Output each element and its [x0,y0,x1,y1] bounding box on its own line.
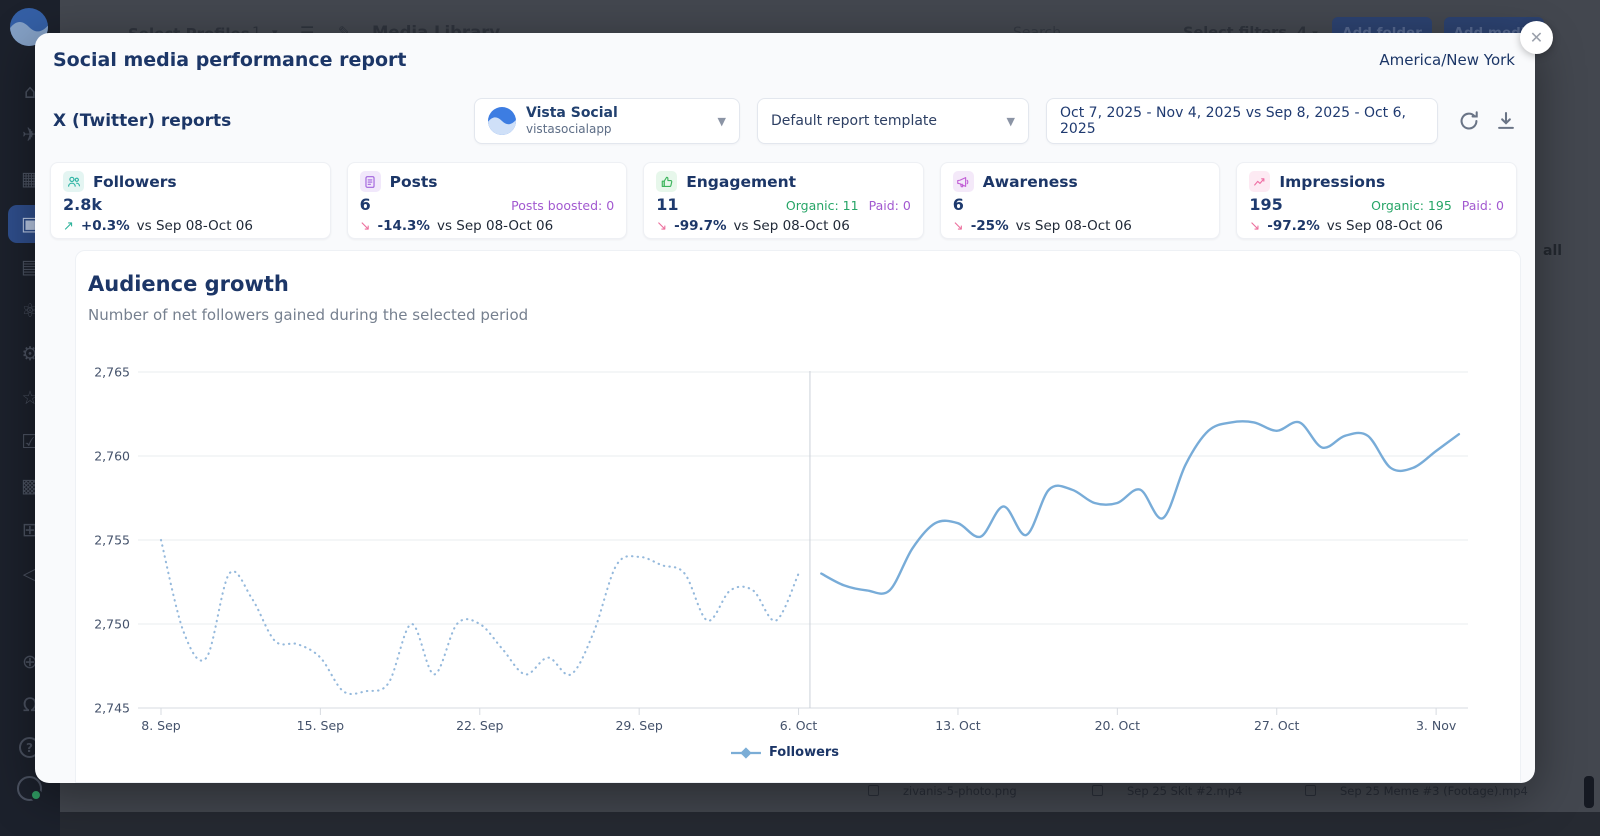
card-title: Awareness [983,173,1078,191]
card-value: 6 [953,195,964,214]
svg-text:2,760: 2,760 [94,449,130,464]
template-selector[interactable]: Default report template ▼ [757,98,1029,144]
engagement-thumbs-up-icon [656,171,677,192]
card-value: 11 [656,195,678,214]
awareness-megaphone-icon [953,171,974,192]
bg-file-name: zivanis-5-photo.png [903,784,1017,798]
profile-name: Vista Social [526,105,618,122]
chart-subtitle: Number of net followers gained during th… [76,296,1520,324]
card-title: Engagement [686,173,796,191]
card-value: 6 [360,195,371,214]
svg-text:2,765: 2,765 [94,365,130,380]
posts-document-icon [360,171,381,192]
svg-text:3. Nov: 3. Nov [1416,718,1457,733]
legend-label: Followers [769,745,839,760]
posts-boosted-label: Posts boosted: 0 [511,198,614,213]
card-value: 2.8k [63,195,102,214]
bg-file-name: Sep 25 Skit #2.mp4 [1127,784,1242,798]
stat-card-impressions: Impressions 195 Organic: 195 Paid: 0 ↘ -… [1236,162,1517,239]
date-range-selector[interactable]: Oct 7, 2025 - Nov 4, 2025 vs Sep 8, 2025… [1046,98,1438,144]
bg-scrollbar [1584,776,1594,808]
svg-text:2,755: 2,755 [94,533,130,548]
trend-down-icon: ↘ [953,219,964,234]
svg-text:8. Sep: 8. Sep [141,718,181,733]
modal-header: Social media performance report America/… [35,33,1535,84]
stat-card-awareness: Awareness 6 ↘ -25% vs Sep 08-Oct 06 [940,162,1221,239]
profile-handle: vistasocialapp [526,122,618,137]
bg-file-name: Sep 25 Meme #3 (Footage).mp4 [1340,784,1528,798]
chart-title: Audience growth [76,251,1520,296]
svg-text:27. Oct: 27. Oct [1254,718,1300,733]
chart-legend[interactable]: Followers [731,745,839,760]
organic-label: Organic: 195 [1371,198,1452,213]
card-change: -97.2% [1267,218,1319,234]
card-comparison-period: vs Sep 08-Oct 06 [137,218,253,234]
stat-cards-row: Followers 2.8k ↗ +0.3% vs Sep 08-Oct 06 … [50,162,1517,239]
legend-marker-icon [731,747,761,759]
svg-text:20. Oct: 20. Oct [1095,718,1141,733]
card-change: -14.3% [378,218,430,234]
bg-text-fragment: all [1543,243,1562,259]
svg-text:29. Sep: 29. Sep [615,718,662,733]
trend-down-icon: ↘ [360,219,371,234]
report-section-title: X (Twitter) reports [53,111,231,131]
svg-text:6. Oct: 6. Oct [780,718,818,733]
download-icon[interactable] [1495,110,1517,132]
chevron-down-icon: ▼ [1007,115,1015,128]
card-comparison-period: vs Sep 08-Oct 06 [437,218,553,234]
timezone-label: America/New York [1379,51,1515,69]
bg-file-checkbox [1092,785,1103,796]
profile-avatar [488,107,516,135]
bg-file-checkbox [1305,785,1316,796]
svg-text:13. Oct: 13. Oct [935,718,981,733]
card-change: +0.3% [81,218,130,234]
paid-label: Paid: 0 [869,198,911,213]
card-title: Followers [93,173,177,191]
svg-text:2,750: 2,750 [94,617,130,632]
paid-label: Paid: 0 [1462,198,1504,213]
stat-card-posts: Posts 6 Posts boosted: 0 ↘ -14.3% vs Sep… [347,162,628,239]
card-change: -25% [971,218,1009,234]
trend-up-icon: ↗ [63,219,74,234]
close-icon[interactable]: ✕ [1520,21,1553,54]
sidebar-user-avatar [17,776,42,801]
followers-users-icon [63,171,84,192]
card-title: Impressions [1279,173,1385,191]
stat-card-followers: Followers 2.8k ↗ +0.3% vs Sep 08-Oct 06 [50,162,331,239]
card-value: 195 [1249,195,1282,214]
impressions-trend-icon [1249,171,1270,192]
trend-down-icon: ↘ [1249,219,1260,234]
svg-text:22. Sep: 22. Sep [456,718,503,733]
date-range-value: Oct 7, 2025 - Nov 4, 2025 vs Sep 8, 2025… [1060,105,1424,137]
profile-selector[interactable]: Vista Social vistasocialapp ▼ [474,98,740,144]
chevron-down-icon: ▼ [718,115,726,128]
audience-growth-card: Audience growth Number of net followers … [75,250,1521,783]
card-comparison-period: vs Sep 08-Oct 06 [734,218,850,234]
card-comparison-period: vs Sep 08-Oct 06 [1016,218,1132,234]
bg-file-checkbox [868,785,879,796]
svg-text:2,745: 2,745 [94,701,130,716]
card-comparison-period: vs Sep 08-Oct 06 [1327,218,1443,234]
report-controls: X (Twitter) reports Vista Social vistaso… [53,98,1517,144]
performance-report-modal: Social media performance report America/… [35,33,1535,783]
card-change: -99.7% [674,218,726,234]
modal-title: Social media performance report [53,49,407,71]
svg-text:15. Sep: 15. Sep [297,718,344,733]
template-value: Default report template [771,113,937,129]
trend-down-icon: ↘ [656,219,667,234]
refresh-icon[interactable] [1458,110,1480,132]
followers-line-chart: 2,765 2,760 2,755 2,750 2,745 8. Sep 15. Sep 22… [76,346,1522,783]
bg-bottom-bar [60,812,1600,836]
card-title: Posts [390,173,438,191]
stat-card-engagement: Engagement 11 Organic: 11 Paid: 0 ↘ -99.… [643,162,924,239]
organic-label: Organic: 11 [786,198,859,213]
